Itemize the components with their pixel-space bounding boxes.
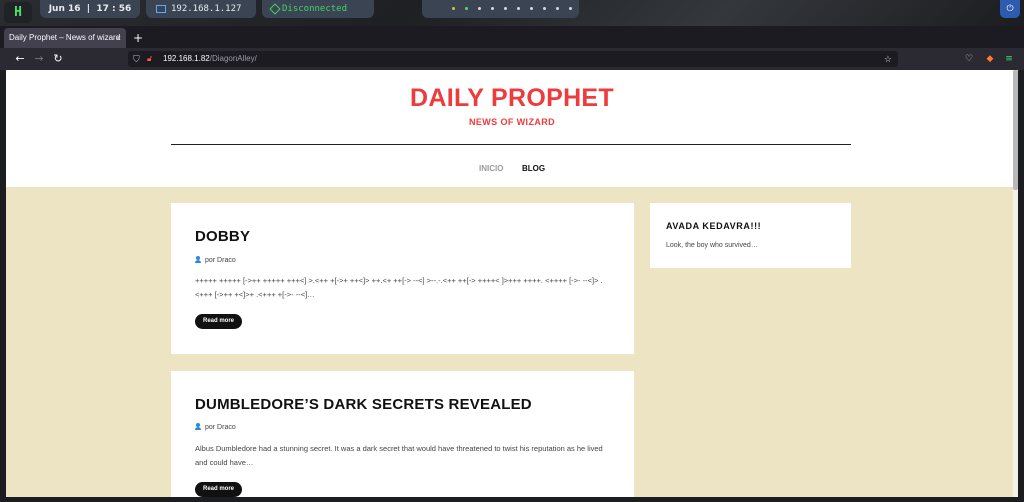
ip-widget[interactable]: 192.168.1.127	[146, 0, 256, 18]
time-label: 17 : 56	[96, 4, 132, 14]
site-title[interactable]: DAILY PROPHET	[6, 84, 1018, 113]
forward-arrow-icon[interactable]: →	[31, 51, 47, 67]
read-more-button[interactable]: Read more	[195, 482, 243, 497]
date-label: Jun 16	[48, 4, 81, 14]
workspace-dot[interactable]	[569, 7, 572, 10]
workspace-dot[interactable]	[530, 7, 533, 10]
header-divider	[171, 144, 851, 145]
widget-text: Look, the boy who survived…	[666, 242, 758, 249]
url-text[interactable]: 192.168.1.82/DiagonAlley/	[163, 51, 257, 67]
url-host: 192.168.1.82	[163, 54, 210, 63]
nav-link-blog[interactable]: BLOG	[522, 164, 545, 173]
address-bar[interactable]: ⛉ 🔓︎ 192.168.1.82/DiagonAlley/ ☆	[128, 51, 898, 67]
post-excerpt: Albus Dumbledore had a stunning secret. …	[195, 444, 603, 467]
distro-logo-icon[interactable]: H	[4, 2, 32, 23]
page-viewport: DAILY PROPHET NEWS OF WIZARD INICIO BLOG…	[6, 70, 1018, 497]
nav-link-inicio[interactable]: INICIO	[479, 164, 503, 173]
vpn-status: Disconnected	[282, 4, 348, 14]
clock-widget[interactable]: Jun 16 | 17 : 56	[40, 0, 140, 18]
monitor-icon	[156, 4, 166, 13]
reload-icon[interactable]: ↻	[50, 51, 66, 67]
post-meta: por Draco	[195, 256, 236, 264]
tracking-shield-icon[interactable]: ⛉	[133, 51, 140, 67]
sidebar-widget: AVADA KEDAVRA!!! Look, the boy who survi…	[650, 203, 851, 268]
vpn-shield-icon	[269, 3, 281, 15]
workspace-dot[interactable]	[556, 7, 559, 10]
read-more-button[interactable]: Read more	[195, 314, 243, 329]
post-meta: por Draco	[195, 423, 236, 431]
tab-title: Daily Prophet – News of wizard	[9, 33, 121, 42]
clock-separator: |	[83, 4, 94, 14]
blog-post-card: DOBBY por Draco +++++ +++++ [->++ +++++ …	[171, 203, 634, 354]
bookmark-star-icon[interactable]: ☆	[884, 51, 892, 67]
extension-fox-icon[interactable]: ◆	[983, 51, 997, 67]
workspace-dot[interactable]	[543, 7, 546, 10]
insecure-lock-icon[interactable]: 🔓︎	[147, 51, 152, 67]
post-excerpt: +++++ +++++ [->++ +++++ +++<] >.<++ +[->…	[195, 276, 603, 299]
post-title[interactable]: DOBBY	[195, 228, 250, 245]
url-path: /DiagonAlley/	[209, 54, 257, 63]
page-scrollbar[interactable]	[1013, 70, 1018, 497]
author-icon	[195, 256, 201, 263]
workspace-dot[interactable]	[517, 7, 520, 10]
workspace-dot[interactable]	[491, 7, 494, 10]
ip-address: 192.168.1.127	[171, 4, 242, 14]
site-header: DAILY PROPHET NEWS OF WIZARD INICIO BLOG	[6, 70, 1018, 187]
browser-tab-strip: Daily Prophet – News of wizard × +	[0, 26, 1024, 48]
post-author[interactable]: por Draco	[205, 257, 236, 264]
back-arrow-icon[interactable]: ←	[12, 51, 28, 67]
menu-icon[interactable]: ≡	[1002, 51, 1016, 67]
tab-close-icon[interactable]: ×	[116, 28, 121, 48]
pocket-icon[interactable]: ♡	[962, 51, 976, 67]
desktop-top-panel: H Jun 16 | 17 : 56 192.168.1.127 Disconn…	[0, 0, 1024, 26]
workspace-dot[interactable]	[452, 7, 455, 10]
blog-post-card: DUMBLEDORE’S DARK SECRETS REVEALED por D…	[171, 371, 634, 497]
vpn-widget[interactable]: Disconnected	[262, 0, 374, 18]
site-tagline: NEWS OF WIZARD	[468, 117, 556, 127]
browser-nav-bar: ← → ↻ ⛉ 🔓︎ 192.168.1.82/DiagonAlley/ ☆ ♡…	[0, 48, 1024, 70]
scrollbar-thumb[interactable]	[1013, 70, 1018, 190]
browser-tab[interactable]: Daily Prophet – News of wizard ×	[4, 28, 126, 48]
widget-title: AVADA KEDAVRA!!!	[666, 221, 762, 231]
new-tab-button[interactable]: +	[131, 28, 145, 48]
post-author[interactable]: por Draco	[205, 424, 236, 431]
post-title[interactable]: DUMBLEDORE’S DARK SECRETS REVEALED	[195, 396, 532, 413]
workspace-dot[interactable]	[465, 7, 468, 10]
workspace-switcher[interactable]	[422, 0, 579, 18]
workspace-dot[interactable]	[504, 7, 507, 10]
power-icon[interactable]: ⏻	[1000, 0, 1020, 18]
workspace-dot[interactable]	[478, 7, 481, 10]
author-icon	[195, 423, 201, 430]
